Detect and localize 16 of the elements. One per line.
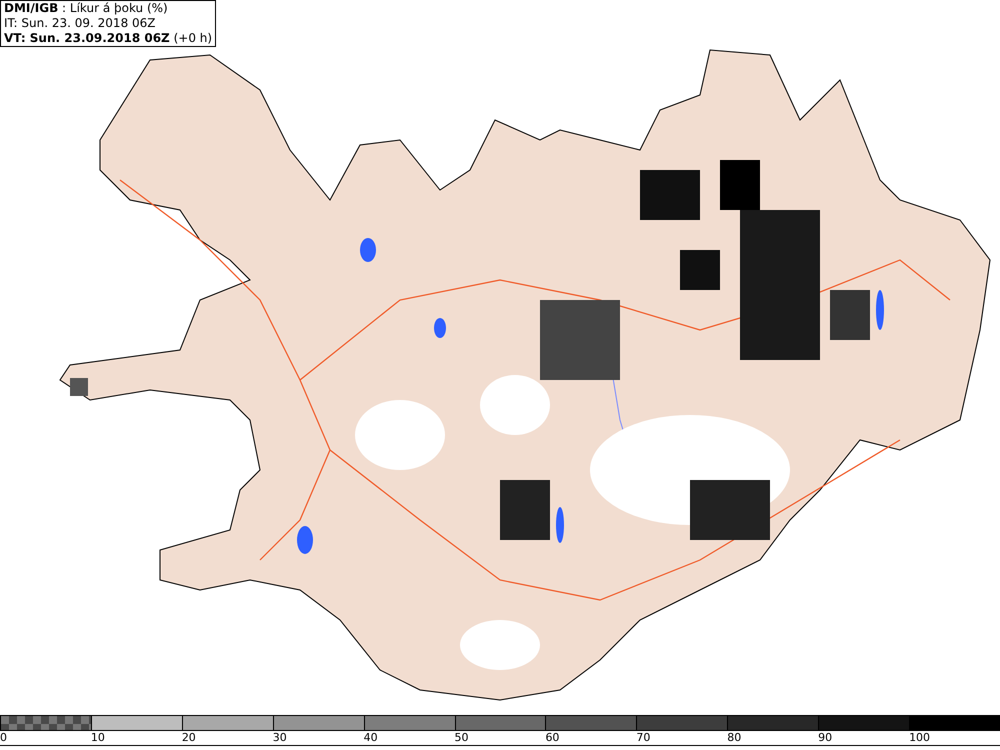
- legend-label: 30: [272, 731, 288, 745]
- valid-time: VT: Sun. 23.09.2018 06Z: [4, 31, 170, 45]
- lead-time: (+0 h): [174, 31, 212, 45]
- legend-label: 100: [909, 731, 932, 745]
- source-label: DMI/IGB: [4, 1, 58, 15]
- legend-label: 80: [727, 731, 742, 745]
- issue-time: IT: Sun. 23. 09. 2018 06Z: [4, 16, 157, 31]
- legend-label: 20: [182, 731, 197, 745]
- legend-label: 90: [818, 731, 834, 745]
- legend-label: 40: [364, 731, 379, 745]
- product-title: : Líkur á þoku (%): [61, 1, 168, 15]
- legend-label: 70: [636, 731, 652, 745]
- legend-label: 50: [454, 731, 470, 745]
- legend-label: 60: [545, 731, 560, 745]
- legend-label: 0: [0, 731, 8, 745]
- legend-label: 10: [90, 731, 106, 745]
